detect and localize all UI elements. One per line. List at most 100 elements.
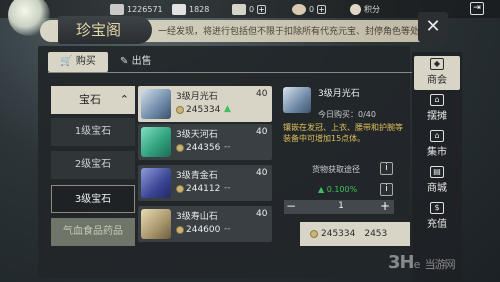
jade-icon <box>232 3 246 15</box>
shop-icon: ◆ <box>430 58 444 70</box>
resource-points: 积分 <box>350 2 380 16</box>
coin-icon <box>310 230 318 238</box>
item-name: 3级月光石 <box>176 92 218 102</box>
tab-buy-label: 购买 <box>75 56 96 67</box>
item-price-value: 245334 <box>186 105 221 115</box>
nav-label: 充值 <box>427 219 447 230</box>
item-price: 244112 <box>176 184 220 194</box>
coin-icon <box>176 144 184 152</box>
item-count: 40 <box>256 209 268 219</box>
detail-item-name: 3级月光石 <box>318 89 360 99</box>
resource-value: 0 <box>249 4 255 14</box>
points-icon <box>350 3 361 15</box>
resource-scroll: 1828 <box>172 2 209 16</box>
resource-coin[interactable]: 0 + <box>292 2 327 16</box>
category-item-level2[interactable]: 2级宝石 <box>51 151 135 179</box>
buy-total-button[interactable]: 245334 2453 <box>300 222 410 246</box>
daily-purchase-count: 今日购买：0/40 <box>318 110 376 119</box>
quantity-stepper[interactable]: − 1 + <box>284 200 394 214</box>
chevron-up-icon: ⌃ <box>119 93 129 106</box>
nav-label: 摆摊 <box>427 111 447 122</box>
detail-moonstone-icon <box>283 87 311 113</box>
decrease-button[interactable]: − <box>284 200 298 214</box>
coin-icon <box>176 106 184 114</box>
increase-button[interactable]: + <box>378 200 392 214</box>
quantity-value[interactable]: 1 <box>326 201 356 211</box>
resource-silver: 1226571 <box>110 2 163 16</box>
coin-icon <box>176 185 184 193</box>
watermark-suffix: e <box>413 258 421 271</box>
item-name: 3级青金石 <box>176 171 218 181</box>
nav-label: 集市 <box>427 147 447 158</box>
mall-icon: ▤ <box>430 166 444 178</box>
category-food-medicine[interactable]: 气血食品药品 <box>51 218 135 246</box>
resource-jade[interactable]: 0 + <box>232 2 267 16</box>
lapis-icon <box>141 168 171 198</box>
trend-flat-icon: -- <box>224 224 231 234</box>
item-count: 40 <box>256 127 268 137</box>
silver-ingot-icon <box>110 3 124 15</box>
tab-buy[interactable]: 🛒 购买 <box>48 52 108 72</box>
price-info-icon[interactable]: i <box>380 183 393 196</box>
resource-value: 1828 <box>189 4 210 14</box>
item-count: 40 <box>256 168 268 178</box>
add-jade-button[interactable]: + <box>257 4 267 14</box>
stall-icon: ⌂ <box>430 94 444 106</box>
nav-label: 商城 <box>427 183 447 194</box>
item-price: 245334 <box>176 105 220 115</box>
resource-value: 积分 <box>364 4 380 14</box>
add-coin-button[interactable]: + <box>317 4 327 14</box>
page-title: 珍宝阁 <box>58 16 152 44</box>
nav-item-mall[interactable]: ▤ 商城 <box>414 164 460 198</box>
nav-item-market[interactable]: ⌂ 集市 <box>414 128 460 162</box>
list-item[interactable]: 3级天河石 40 244356 -- <box>138 124 272 160</box>
list-item[interactable]: 3级寿山石 40 244600 -- <box>138 206 272 242</box>
list-item[interactable]: 3级月光石 40 245334 ▲ <box>138 86 272 122</box>
coin-purse-icon <box>292 3 306 15</box>
tab-sell[interactable]: ✎ 出售 <box>120 52 170 72</box>
amazonite-icon <box>141 127 171 157</box>
item-price: 244356 <box>176 143 220 153</box>
item-price-value: 244112 <box>186 184 221 194</box>
trend-flat-icon: -- <box>224 142 231 152</box>
trend-up-icon: ▲ <box>224 104 231 114</box>
item-description: 镶嵌在发冠、上衣、腰带和护腕等装备中可增加15点体。 <box>283 123 403 143</box>
coin-icon <box>176 226 184 234</box>
resource-value: 0 <box>309 4 315 14</box>
price-change-percent: ▲ 0.100% <box>318 185 358 194</box>
total-price-overflow: 2453 <box>364 229 388 239</box>
category-label: 宝石 <box>79 93 101 106</box>
trend-flat-icon: -- <box>224 183 231 193</box>
source-info-icon[interactable]: i <box>380 162 393 175</box>
cart-icon: 🛒 <box>60 56 73 67</box>
total-price: 245334 <box>321 229 356 239</box>
tab-sell-label: 出售 <box>131 56 152 67</box>
item-price-value: 244600 <box>186 225 221 235</box>
category-item-level3[interactable]: 3级宝石 <box>51 185 135 213</box>
nav-item-stall[interactable]: ⌂ 摆摊 <box>414 92 460 126</box>
item-name: 3级天河石 <box>176 130 218 140</box>
exit-icon[interactable]: ⇥ <box>470 2 484 15</box>
category-gems[interactable]: 宝石 ⌃ <box>51 86 135 114</box>
nav-item-shop[interactable]: ◆ 商会 <box>414 56 460 90</box>
moonstone-icon <box>141 89 171 119</box>
item-price: 244600 <box>176 225 220 235</box>
item-price-value: 244356 <box>186 143 221 153</box>
list-item[interactable]: 3级青金石 40 244112 -- <box>138 165 272 201</box>
category-item-level1[interactable]: 1级宝石 <box>51 118 135 146</box>
market-icon: ⌂ <box>430 130 444 142</box>
watermark-site: 当游网 <box>424 258 456 271</box>
close-button[interactable]: ✕ <box>418 12 448 42</box>
resource-value: 1226571 <box>127 4 163 14</box>
sell-icon: ✎ <box>120 56 129 67</box>
shoushan-stone-icon <box>141 209 171 239</box>
tab-divider <box>48 72 412 73</box>
source-label: 货物获取途径 <box>312 165 360 174</box>
item-name: 3级寿山石 <box>176 212 218 222</box>
nav-item-recharge[interactable]: $ 充值 <box>414 200 460 234</box>
notice-text: 一经发现，将进行包括但不限于扣除所有代充元宝、封停角色等处罚 <box>158 27 429 37</box>
site-watermark: 3He 当游网 <box>388 252 456 273</box>
recharge-icon: $ <box>430 202 444 214</box>
nav-label: 商会 <box>427 75 447 86</box>
watermark-brand: 3H <box>388 252 415 273</box>
